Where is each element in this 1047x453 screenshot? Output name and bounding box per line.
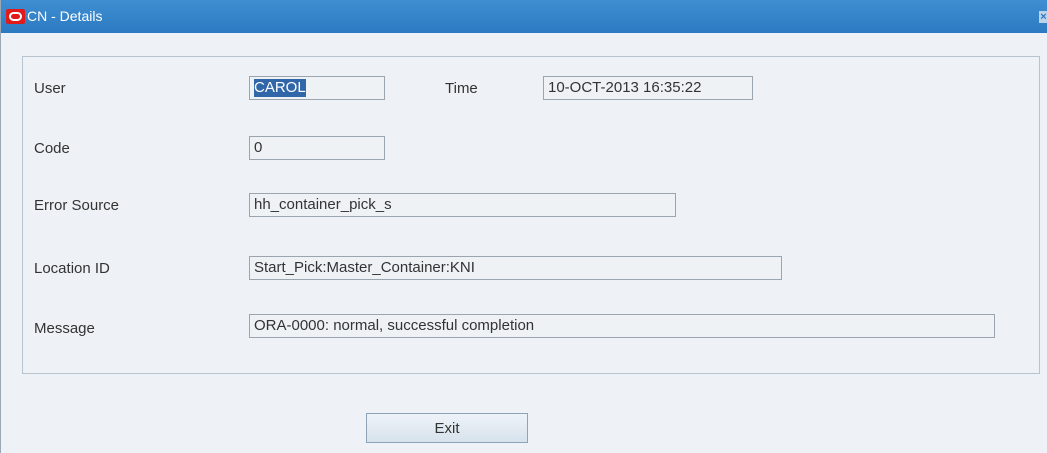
message-field[interactable]: ORA-0000: normal, successful completion [249, 314, 995, 338]
code-field[interactable]: 0 [249, 136, 385, 160]
code-label: Code [34, 140, 70, 157]
window-title: CN - Details [27, 8, 103, 24]
close-icon[interactable]: × [1039, 11, 1047, 23]
error-source-value: hh_container_pick_s [254, 196, 392, 213]
exit-button[interactable]: Exit [366, 413, 528, 443]
user-label: User [34, 80, 66, 97]
message-value: ORA-0000: normal, successful completion [254, 317, 535, 334]
location-id-value: Start_Pick:Master_Container:KNI [254, 259, 475, 276]
message-label: Message [34, 320, 95, 337]
time-value: 10-OCT-2013 16:35:22 [548, 79, 702, 96]
user-value: CAROL [254, 79, 306, 97]
error-source-label: Error Source [34, 197, 120, 214]
location-id-label: Location ID [34, 260, 110, 277]
oracle-logo-icon [6, 9, 25, 24]
title-bar[interactable]: CN - Details × [1, 0, 1047, 33]
location-id-field[interactable]: Start_Pick:Master_Container:KNI [249, 256, 782, 280]
time-label: Time [445, 80, 478, 97]
code-value: 0 [254, 139, 263, 156]
error-source-field[interactable]: hh_container_pick_s [249, 193, 676, 217]
time-field[interactable]: 10-OCT-2013 16:35:22 [543, 76, 753, 100]
user-field[interactable]: CAROL [249, 76, 385, 100]
cn-details-window: CN - Details × User CAROL Time 10-OCT-20… [0, 0, 1047, 453]
